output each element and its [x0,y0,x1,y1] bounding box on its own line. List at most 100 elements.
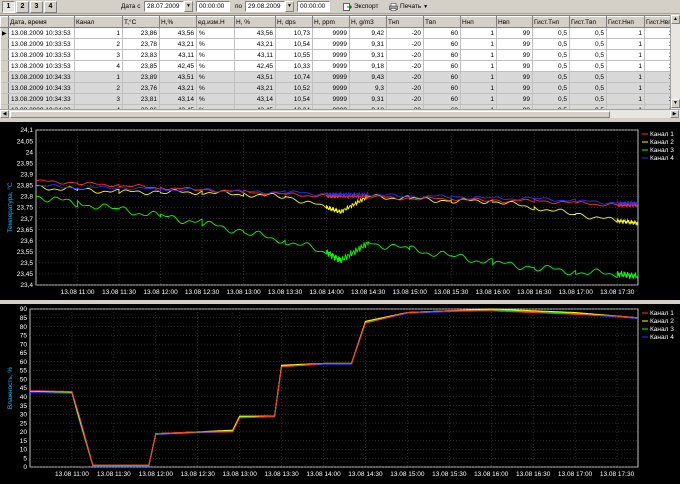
table-cell: 10,33 [275,60,313,72]
y-tick-label: 50 [20,376,28,383]
table-cell: 1 [606,93,645,105]
vertical-scrollbar[interactable]: ▲ ▼ [670,15,680,109]
y-tick-label: 45 [20,385,28,392]
table-cell: 13.08.2009 10:34:33 [8,93,75,105]
table-cell: 99 [496,60,533,72]
column-header[interactable]: Tвп [423,16,461,28]
legend-entry: Канал 2 [650,318,674,325]
column-header[interactable]: Гист.Hнп [606,16,645,28]
horizontal-scroll-thumb[interactable] [10,111,610,118]
y-tick-label: 85 [20,315,28,322]
scroll-right-icon[interactable]: ▶ [670,110,679,118]
time-from-input[interactable]: 00:00:00 [196,1,230,12]
table-row[interactable]: ▶ 13.08.2009 10:33:53 1 23,86 43,56% 43,56 10,… [0,27,670,39]
column-header[interactable]: H,% [159,16,197,28]
table-row[interactable]: 13.08.2009 10:34:33 1 23,89 43,51% 43,51 10,7… [0,71,670,83]
column-header[interactable]: Гист.Tнп [532,16,570,28]
table-cell: 0,5 [532,93,570,105]
table-row[interactable]: 13.08.2009 10:33:53 2 23,78 43,21% 43,21 10,5… [0,38,670,50]
column-header[interactable]: H, % [234,16,276,28]
table-cell: 1 [606,60,645,72]
table-cell: % [196,49,235,61]
table-cell: 9,42 [349,27,387,39]
y-tick-label: 75 [20,333,28,340]
table-row[interactable]: 13.08.2009 10:33:53 3 23,83 43,11% 43,11 10,5… [0,49,670,61]
print-button[interactable]: Печать ▼ [389,1,428,13]
table-cell: 23,86 [122,27,160,39]
table-cell: 1 [460,49,497,61]
x-tick-label: 13.08 11:30 [102,289,136,296]
column-header[interactable]: H, dps [275,16,313,28]
tab-1[interactable]: 1 [2,1,15,13]
table-cell: 0,5 [569,27,607,39]
table-cell: 10,55 [275,49,313,61]
column-header[interactable]: Hвп [496,16,533,28]
y-tick-label: 23,45 [17,271,34,278]
row-indicator[interactable] [0,71,9,83]
current-row-indicator-icon[interactable]: ▶ [0,27,9,39]
date-from-input[interactable]: 28.07.2009 [144,1,184,12]
column-header[interactable]: H, g/m3 [349,16,387,28]
table-cell: 43,14 [234,93,276,105]
column-header[interactable]: Канал [74,16,123,28]
table-cell: 60 [423,93,461,105]
column-header[interactable]: H, ppm [312,16,350,28]
export-button[interactable]: Экспорт [343,1,378,13]
row-indicator[interactable] [0,82,9,94]
tab-4[interactable]: 4 [44,1,57,13]
print-dropdown-icon[interactable]: ▼ [423,4,428,10]
humidity-chart[interactable]: 05101520253035404550556065707580859013.0… [0,304,680,484]
y-tick-label: 23,4 [20,282,33,289]
column-header[interactable]: T,°C [122,16,160,28]
row-indicator[interactable] [0,93,9,105]
row-indicator[interactable] [0,38,9,50]
date-from-dropdown-button[interactable]: ▼ [184,1,193,12]
table-cell: 43,11 [159,49,197,61]
scroll-up-icon[interactable]: ▲ [671,15,680,24]
x-tick-label: 13.08 11:00 [55,471,89,478]
y-tick-label: 23,85 [17,183,34,190]
column-header[interactable]: Hнп [460,16,497,28]
table-cell: 60 [423,60,461,72]
series-line-channel-4 [30,310,639,467]
column-header[interactable]: Tнп [386,16,424,28]
row-indicator[interactable] [0,60,9,72]
date-to-input[interactable]: 29.08.2009 [245,1,285,12]
x-tick-label: 13.08 12:00 [143,289,178,296]
y-tick-label: 23,7 [20,216,33,223]
column-header[interactable]: Гист.Hвп [644,16,670,28]
tab-3[interactable]: 3 [30,1,43,13]
series-line-channel-2 [35,184,639,226]
table-cell: 1 [460,27,497,39]
table-cell: -20 [386,60,424,72]
data-grid[interactable]: Дата, время Канал T,°C H,% ед.изм.H H, % H, dp… [0,15,670,109]
y-axis-label: Температура, °С [6,182,14,233]
table-cell: 60 [423,71,461,83]
table-cell: 99 [496,71,533,83]
row-indicator[interactable] [0,49,9,61]
row-indicator-header [0,16,9,28]
scroll-down-icon[interactable]: ▼ [671,99,680,108]
horizontal-scrollbar[interactable]: ◀ ▶ [0,109,680,118]
table-row[interactable]: 13.08.2009 10:34:33 2 23,76 43,21% 43,21 10,5… [0,82,670,94]
y-tick-label: 25 [20,420,28,427]
table-cell: % [196,82,235,94]
table-cell: 1 [644,82,670,94]
table-row[interactable]: 13.08.2009 10:33:53 4 23,85 42,45% 42,45 10,3… [0,60,670,72]
x-tick-label: 13.08 14:30 [351,289,386,296]
time-to-input[interactable]: 00:00:00 [297,1,330,12]
table-cell: 0,5 [569,38,607,50]
column-header[interactable]: ед.изм.H [196,16,235,28]
column-header[interactable]: Дата, время [8,16,75,28]
table-cell: 23,76 [122,82,160,94]
table-cell: 1 [74,71,123,83]
scroll-left-icon[interactable]: ◀ [0,110,9,118]
table-cell: 13.08.2009 10:33:53 [8,60,75,72]
column-header[interactable]: Гист.Tвп [569,16,607,28]
table-cell: -20 [386,82,424,94]
table-row[interactable]: 13.08.2009 10:34:33 3 23,81 43,14% 43,14 10,5… [0,93,670,105]
date-to-dropdown-button[interactable]: ▼ [285,1,294,12]
tab-2[interactable]: 2 [16,1,29,13]
y-tick-label: 24,1 [20,127,33,134]
temperature-chart[interactable]: 23,4 23,45 23,5 23,55 23,6 23,65 23,7 23,75 23,8… [0,122,680,300]
